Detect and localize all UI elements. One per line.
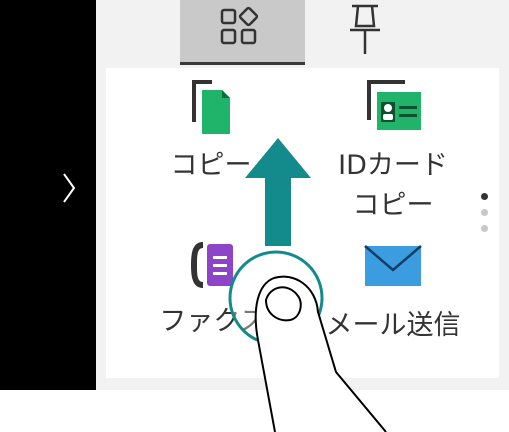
copy-icon	[192, 80, 230, 134]
fax-icon	[191, 242, 233, 288]
id-card-copy-label-line2: コピー	[352, 190, 434, 221]
email-tile[interactable]: メール送信	[318, 242, 468, 352]
page-dot-active	[481, 193, 488, 200]
grid-diamond-icon	[220, 6, 259, 45]
fax-tile[interactable]: ファクス	[148, 238, 278, 348]
page-indicator	[479, 193, 491, 243]
tab-home[interactable]	[180, 0, 305, 64]
id-card-copy-tile[interactable]: IDカード コピー	[328, 76, 458, 236]
email-label: メール送信	[325, 310, 461, 341]
email-icon	[364, 245, 422, 286]
page-dot	[481, 225, 488, 232]
id-card-copy-icon	[367, 80, 421, 130]
fax-label: ファクス	[159, 306, 267, 337]
copy-label: コピー	[170, 150, 252, 181]
copy-tile[interactable]: コピー	[156, 76, 266, 196]
id-card-copy-label-line1: IDカード	[338, 150, 448, 181]
expand-panel-button[interactable]	[0, 168, 96, 208]
pin-icon	[350, 4, 380, 54]
page-dot	[481, 209, 488, 216]
chevron-right-icon	[63, 173, 76, 203]
tab-selected-indicator	[180, 62, 305, 65]
tab-pin[interactable]	[340, 0, 390, 64]
device-bezel	[0, 390, 509, 432]
